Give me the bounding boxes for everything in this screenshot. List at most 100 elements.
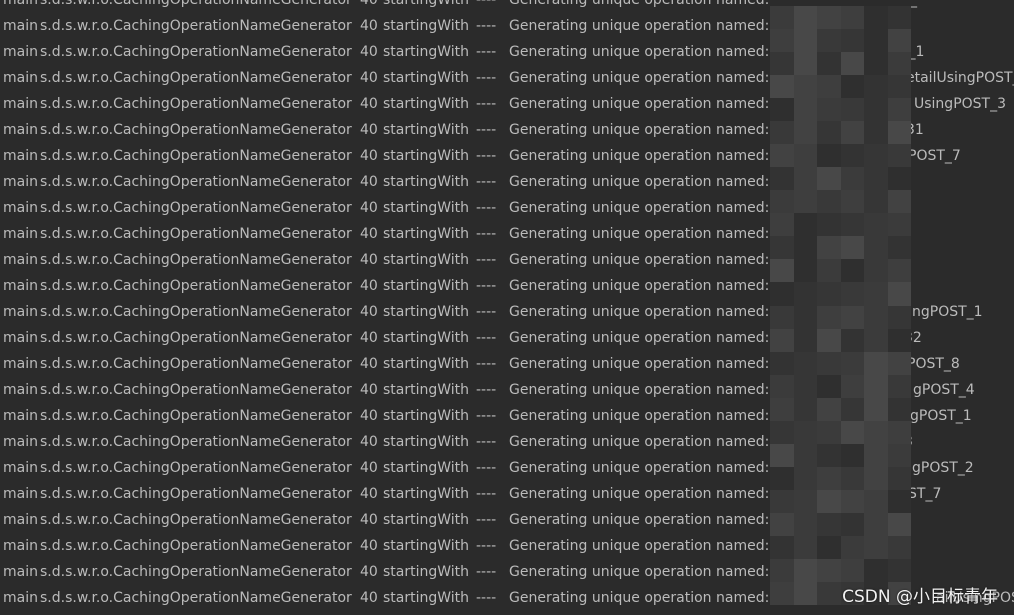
mosaic-cell xyxy=(770,98,794,122)
mosaic-cell xyxy=(793,535,817,559)
log-separator: ---- xyxy=(476,70,497,86)
mosaic-cell xyxy=(864,167,888,191)
mosaic-cell xyxy=(864,558,888,582)
log-thread: main xyxy=(3,148,38,164)
log-thread: main xyxy=(3,122,38,138)
mosaic-cell xyxy=(793,397,817,421)
log-method-name: startingWith xyxy=(383,408,470,424)
mosaic-cell xyxy=(887,282,911,306)
mosaic-cell xyxy=(840,236,864,260)
log-logger-name: s.d.s.w.r.o.CachingOperationNameGenerato… xyxy=(40,434,352,450)
log-logger-name: s.d.s.w.r.o.CachingOperationNameGenerato… xyxy=(40,0,352,8)
log-message: Generating unique operation named: xyxy=(509,174,770,190)
mosaic-cell xyxy=(793,29,817,53)
mosaic-cell xyxy=(817,581,841,605)
mosaic-cell xyxy=(817,466,841,490)
log-message: Generating unique operation named: xyxy=(509,434,770,450)
log-message: Generating unique operation named: xyxy=(509,538,770,554)
mosaic-cell xyxy=(840,512,864,536)
mosaic-cell xyxy=(770,489,794,513)
log-message: Generating unique operation named: xyxy=(509,564,770,580)
mosaic-cell xyxy=(840,29,864,53)
operation-name-suffix: POST_8 xyxy=(907,356,960,372)
mosaic-cell xyxy=(770,420,794,444)
log-method-name: startingWith xyxy=(383,382,470,398)
log-separator: ---- xyxy=(476,434,497,450)
mosaic-cell xyxy=(887,558,911,582)
operation-name-suffix: etailUsingPOST_ xyxy=(906,70,1014,86)
log-logger-name: s.d.s.w.r.o.CachingOperationNameGenerato… xyxy=(40,304,352,320)
mosaic-cell xyxy=(864,466,888,490)
log-message: Generating unique operation named: xyxy=(509,304,770,320)
log-line-number: 40 xyxy=(360,96,378,112)
mosaic-cell xyxy=(887,121,911,145)
mosaic-cell xyxy=(887,305,911,329)
log-separator: ---- xyxy=(476,564,497,580)
log-method-name: startingWith xyxy=(383,512,470,528)
log-separator: ---- xyxy=(476,18,497,34)
mosaic-cell xyxy=(864,397,888,421)
operation-name-suffix: gPOST_2 xyxy=(912,460,974,476)
mosaic-cell xyxy=(793,558,817,582)
mosaic-cell xyxy=(817,98,841,122)
mosaic-cell xyxy=(817,443,841,467)
log-method-name: startingWith xyxy=(383,590,470,606)
mosaic-cell xyxy=(793,190,817,214)
mosaic-cell xyxy=(817,351,841,375)
mosaic-cell xyxy=(770,374,794,398)
log-thread: main xyxy=(3,278,38,294)
mosaic-cell xyxy=(840,282,864,306)
mosaic-cell xyxy=(887,144,911,168)
operation-name-suffix: gPOST_1 xyxy=(910,408,972,424)
log-line-number: 40 xyxy=(360,278,378,294)
log-message: Generating unique operation named: xyxy=(509,356,770,372)
log-message: Generating unique operation named: xyxy=(509,122,770,138)
log-logger-name: s.d.s.w.r.o.CachingOperationNameGenerato… xyxy=(40,538,352,554)
mosaic-cell xyxy=(770,397,794,421)
mosaic-cell xyxy=(793,489,817,513)
log-logger-name: s.d.s.w.r.o.CachingOperationNameGenerato… xyxy=(40,44,352,60)
log-separator: ---- xyxy=(476,590,497,606)
log-logger-name: s.d.s.w.r.o.CachingOperationNameGenerato… xyxy=(40,512,352,528)
log-thread: main xyxy=(3,408,38,424)
mosaic-cell xyxy=(817,52,841,76)
mosaic-cell xyxy=(770,305,794,329)
log-logger-name: s.d.s.w.r.o.CachingOperationNameGenerato… xyxy=(40,330,352,346)
log-logger-name: s.d.s.w.r.o.CachingOperationNameGenerato… xyxy=(40,460,352,476)
mosaic-cell xyxy=(887,6,911,30)
mosaic-cell xyxy=(840,535,864,559)
log-method-name: startingWith xyxy=(383,70,470,86)
log-method-name: startingWith xyxy=(383,148,470,164)
mosaic-cell xyxy=(864,29,888,53)
mosaic-cell xyxy=(887,535,911,559)
log-line-number: 40 xyxy=(360,564,378,580)
log-line-number: 40 xyxy=(360,356,378,372)
mosaic-cell xyxy=(770,259,794,283)
mosaic-cell xyxy=(770,6,794,30)
mosaic-cell xyxy=(887,512,911,536)
log-separator: ---- xyxy=(476,512,497,528)
mosaic-cell xyxy=(840,167,864,191)
log-separator: ---- xyxy=(476,356,497,372)
mosaic-cell xyxy=(840,190,864,214)
log-logger-name: s.d.s.w.r.o.CachingOperationNameGenerato… xyxy=(40,148,352,164)
mosaic-cell xyxy=(840,397,864,421)
mosaic-cell xyxy=(887,466,911,490)
log-separator: ---- xyxy=(476,148,497,164)
log-method-name: startingWith xyxy=(383,0,470,8)
mosaic-cell xyxy=(817,75,841,99)
mosaic-cell xyxy=(887,443,911,467)
log-logger-name: s.d.s.w.r.o.CachingOperationNameGenerato… xyxy=(40,590,352,606)
mosaic-cell xyxy=(817,282,841,306)
mosaic-cell xyxy=(817,374,841,398)
mosaic-cell xyxy=(770,512,794,536)
mosaic-cell xyxy=(817,558,841,582)
mosaic-cell xyxy=(887,420,911,444)
mosaic-cell xyxy=(770,213,794,237)
log-separator: ---- xyxy=(476,538,497,554)
mosaic-cell xyxy=(817,397,841,421)
mosaic-cell xyxy=(864,282,888,306)
mosaic-cell xyxy=(793,443,817,467)
mosaic-cell xyxy=(793,420,817,444)
log-message: Generating unique operation named: xyxy=(509,0,770,8)
